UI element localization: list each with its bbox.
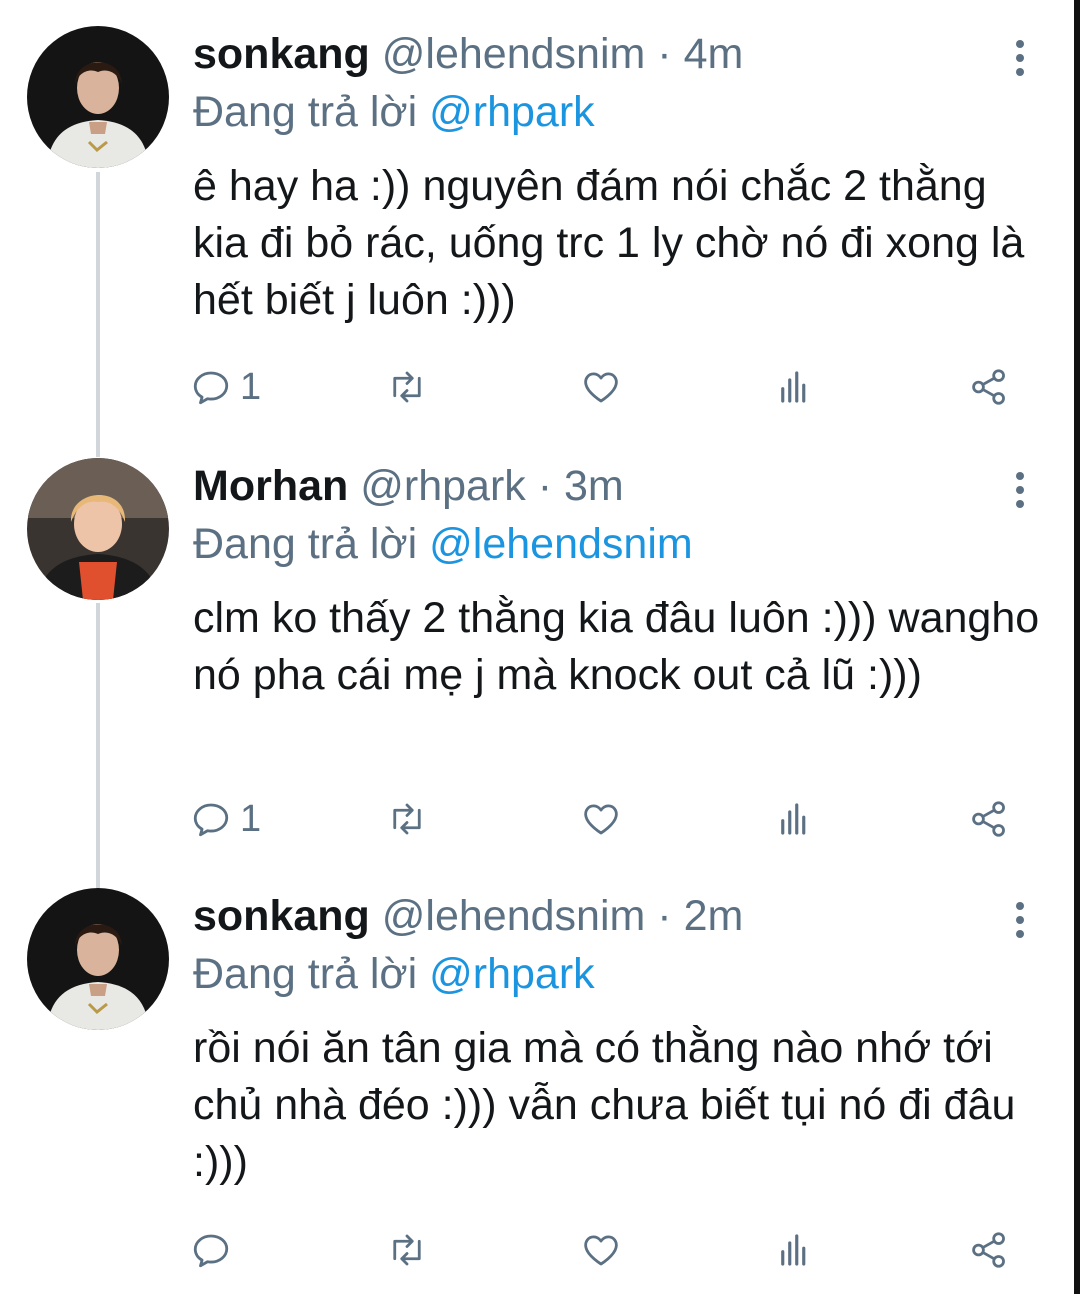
- morhan-avatar-image: [27, 458, 169, 600]
- tweet-text: ê hay ha :)) nguyên đám nói chắc 2 thằng…: [193, 162, 1025, 324]
- user-handle[interactable]: @lehendsnim: [382, 30, 646, 78]
- retweet-icon: [393, 371, 421, 403]
- display-name[interactable]: sonkang: [193, 30, 370, 78]
- avatar[interactable]: [27, 26, 169, 168]
- replying-to: Đang trả lời @lehendsnim: [193, 518, 693, 570]
- tweet-header: sonkang @lehendsnim · 4m: [193, 28, 743, 80]
- reply-count: 1: [240, 365, 262, 408]
- retweet-icon: [393, 803, 421, 835]
- share-button[interactable]: [968, 1225, 1010, 1275]
- reply-icon: [193, 371, 229, 405]
- user-handle[interactable]: @lehendsnim: [382, 892, 646, 940]
- separator: ·: [645, 30, 684, 78]
- retweet-button[interactable]: [386, 794, 428, 844]
- user-handle[interactable]: @rhpark: [360, 462, 526, 510]
- sonkang-avatar-image: [27, 26, 169, 168]
- analytics-icon: [781, 803, 806, 835]
- avatar[interactable]: [27, 458, 169, 600]
- reply-thread: sonkang @lehendsnim · 4m Đang trả lời @r…: [0, 0, 1080, 1294]
- replying-to: Đang trả lời @rhpark: [193, 948, 595, 1000]
- like-icon: [584, 804, 618, 835]
- retweet-button[interactable]: [386, 362, 428, 412]
- timestamp[interactable]: 3m: [564, 462, 624, 510]
- display-name[interactable]: sonkang: [193, 892, 370, 940]
- mention-link[interactable]: @rhpark: [429, 950, 595, 998]
- reply-button[interactable]: 1: [190, 362, 261, 412]
- reply-icon: [193, 803, 229, 837]
- analytics-icon: [781, 371, 806, 403]
- replying-to-label: Đang trả lời: [193, 520, 430, 568]
- tweet-header: sonkang @lehendsnim · 2m: [193, 890, 743, 942]
- reply-button[interactable]: [190, 1225, 240, 1275]
- timestamp[interactable]: 4m: [684, 30, 744, 78]
- tweet-header: Morhan @rhpark · 3m: [193, 460, 624, 512]
- replying-to: Đang trả lời @rhpark: [193, 86, 595, 138]
- more-options-icon[interactable]: [1000, 900, 1040, 940]
- tweet-actions: 1: [190, 794, 1030, 844]
- like-button[interactable]: [580, 1225, 622, 1275]
- tweet-actions: [190, 1225, 1030, 1275]
- tweet[interactable]: Morhan @rhpark · 3m Đang trả lời @lehend…: [0, 432, 1074, 872]
- timestamp[interactable]: 2m: [684, 892, 744, 940]
- retweet-icon: [393, 1234, 421, 1266]
- reply-count: 1: [240, 797, 262, 840]
- tweet-text: rồi nói ăn tân gia mà có thằng nào nhớ t…: [193, 1024, 1016, 1186]
- replying-to-label: Đang trả lời: [193, 950, 430, 998]
- display-name[interactable]: Morhan: [193, 462, 348, 510]
- analytics-icon: [781, 1234, 806, 1266]
- like-icon: [584, 1235, 618, 1266]
- tweet-text: clm ko thấy 2 thằng kia đâu luôn :))) wa…: [193, 594, 1040, 699]
- reply-icon: [193, 1234, 229, 1268]
- more-options-icon[interactable]: [1000, 470, 1040, 510]
- sonkang-avatar-image: [27, 888, 169, 1030]
- analytics-button[interactable]: [774, 362, 816, 412]
- tweet-actions: 1: [190, 362, 1030, 412]
- analytics-button[interactable]: [774, 1225, 816, 1275]
- share-button[interactable]: [968, 794, 1010, 844]
- more-options-icon[interactable]: [1000, 38, 1040, 78]
- replying-to-label: Đang trả lời: [193, 88, 430, 136]
- share-icon: [972, 801, 1005, 837]
- separator: ·: [645, 892, 684, 940]
- like-button[interactable]: [580, 362, 622, 412]
- share-icon: [972, 1232, 1005, 1268]
- mention-link[interactable]: @rhpark: [429, 88, 595, 136]
- share-button[interactable]: [968, 362, 1010, 412]
- tweet[interactable]: sonkang @lehendsnim · 2m Đang trả lời @r…: [0, 862, 1074, 1294]
- reply-button[interactable]: 1: [190, 794, 261, 844]
- retweet-button[interactable]: [386, 1225, 428, 1275]
- like-button[interactable]: [580, 794, 622, 844]
- like-icon: [584, 372, 618, 403]
- analytics-button[interactable]: [774, 794, 816, 844]
- separator: ·: [525, 462, 564, 510]
- mention-link[interactable]: @lehendsnim: [429, 520, 693, 568]
- avatar[interactable]: [27, 888, 169, 1030]
- tweet[interactable]: sonkang @lehendsnim · 4m Đang trả lời @r…: [0, 0, 1074, 440]
- share-icon: [972, 369, 1005, 405]
